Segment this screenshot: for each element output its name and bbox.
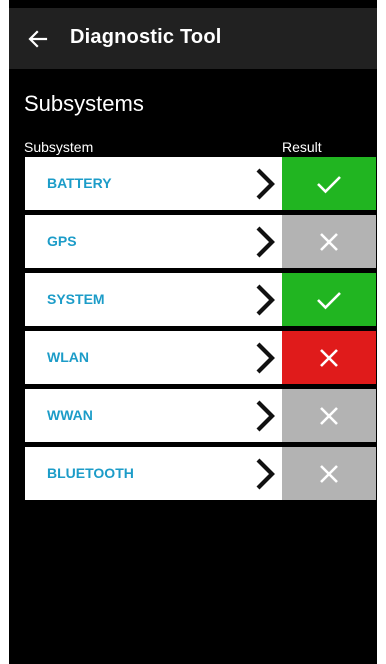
- result-indicator: [282, 447, 376, 500]
- check-icon: [317, 291, 341, 309]
- close-icon: [320, 232, 338, 251]
- chevron-right-icon: [256, 342, 275, 374]
- subsystem-row-gps[interactable]: GPS: [25, 215, 376, 268]
- result-indicator: [282, 389, 376, 442]
- result-indicator: [282, 215, 376, 268]
- chevron-right-icon: [256, 458, 275, 490]
- app-title: Diagnostic Tool: [70, 26, 222, 48]
- subsystem-label: WLAN: [47, 349, 89, 365]
- result-indicator: [282, 273, 376, 326]
- subsystem-row-system[interactable]: SYSTEM: [25, 273, 376, 326]
- chevron-right-icon: [256, 400, 275, 432]
- section-title: Subsystems: [24, 91, 144, 116]
- arrow-left-icon: [28, 30, 48, 48]
- subsystem-label: WWAN: [47, 407, 93, 423]
- subsystem-row-wlan[interactable]: WLAN: [25, 331, 376, 384]
- close-icon: [320, 406, 338, 425]
- check-icon: [317, 175, 341, 193]
- column-header-subsystem: Subsystem: [24, 139, 94, 155]
- subsystem-label: SYSTEM: [47, 291, 105, 307]
- subsystem-label: BATTERY: [47, 175, 112, 191]
- back-button[interactable]: [19, 20, 57, 58]
- close-icon: [320, 348, 338, 367]
- close-icon: [320, 464, 338, 483]
- device-screen: Diagnostic Tool Subsystems Subsystem Res…: [9, 0, 377, 664]
- subsystem-row-bluetooth[interactable]: BLUETOOTH: [25, 447, 376, 500]
- subsystem-row-wwan[interactable]: WWAN: [25, 389, 376, 442]
- chevron-right-icon: [256, 284, 275, 316]
- screen: Diagnostic Tool Subsystems Subsystem Res…: [0, 0, 386, 664]
- chevron-right-icon: [256, 226, 275, 258]
- app-bar: Diagnostic Tool: [9, 8, 377, 69]
- result-indicator: [282, 157, 376, 210]
- subsystem-list: BATTERY GPS SYSTEM WLAN WWAN BLUETOOTH: [25, 157, 376, 505]
- subsystem-label: GPS: [47, 233, 77, 249]
- column-header-result: Result: [282, 139, 322, 155]
- chevron-right-icon: [256, 168, 275, 200]
- result-indicator: [282, 331, 376, 384]
- subsystem-label: BLUETOOTH: [47, 465, 134, 481]
- subsystem-row-battery[interactable]: BATTERY: [25, 157, 376, 210]
